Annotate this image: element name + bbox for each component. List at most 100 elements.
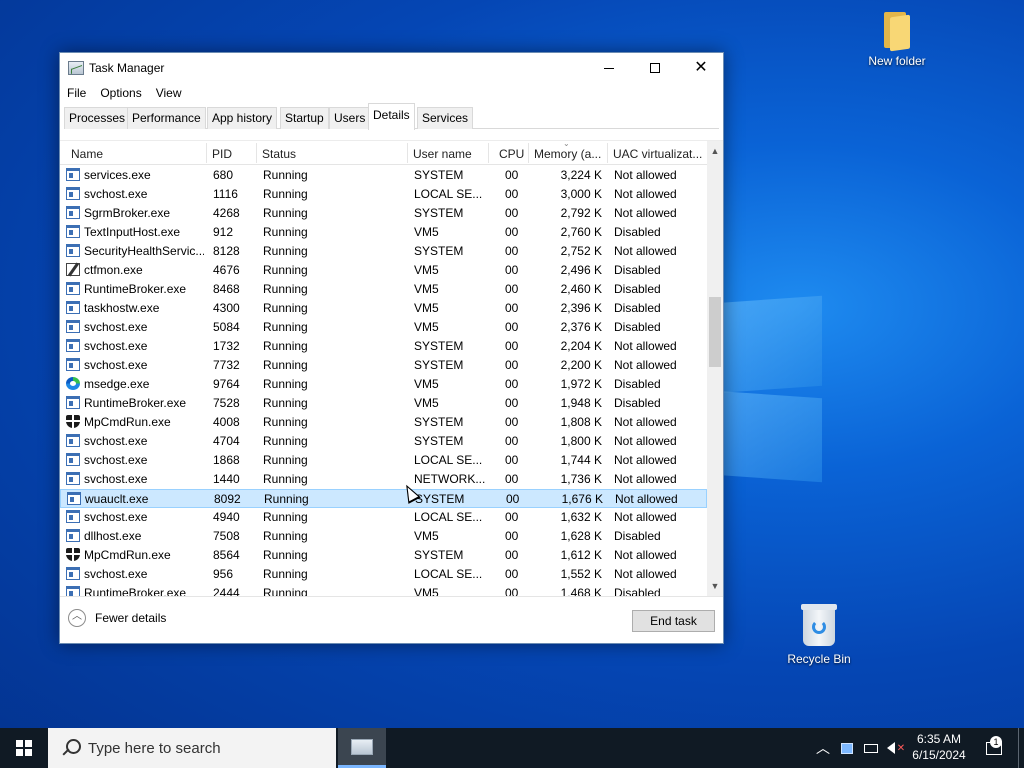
column-header-user-name[interactable]: User name	[413, 147, 485, 161]
menu-view[interactable]: View	[156, 83, 182, 103]
table-row[interactable]: svchost.exe 5084 Running VM5 00 2,376 K Disabl…	[60, 318, 707, 337]
cell-cpu: 00	[505, 453, 519, 467]
search-box[interactable]: Type here to search	[48, 728, 336, 768]
cell-uac: Disabled	[614, 396, 661, 410]
cell-cpu: 00	[505, 510, 519, 524]
start-button[interactable]	[0, 728, 48, 768]
cell-cpu: 00	[505, 529, 519, 543]
cell-uac: Disabled	[614, 263, 661, 277]
clock[interactable]: 6:35 AM 6/15/2024	[906, 731, 972, 763]
scrollbar-thumb[interactable]	[709, 297, 721, 367]
table-row[interactable]: RuntimeBroker.exe 8468 Running VM5 00 2,460 K…	[60, 280, 707, 299]
table-row[interactable]: svchost.exe 1116 Running LOCAL SE... 00 3,000…	[60, 185, 707, 204]
scroll-up-icon[interactable]: ▲	[707, 143, 723, 159]
table-row[interactable]: taskhostw.exe 4300 Running VM5 00 2,396 K Disa…	[60, 299, 707, 318]
cell-pid: 8564	[213, 548, 240, 562]
cell-uac: Not allowed	[614, 434, 677, 448]
maximize-button[interactable]	[632, 53, 678, 83]
table-row[interactable]: svchost.exe 956 Running LOCAL SE... 00 1,552 …	[60, 565, 707, 584]
cell-cpu: 00	[505, 244, 519, 258]
scroll-down-icon[interactable]: ▼	[707, 578, 723, 594]
table-row[interactable]: services.exe 680 Running SYSTEM 00 3,224 K Not…	[60, 166, 707, 185]
title-bar[interactable]: Task Manager ✕	[60, 53, 723, 83]
column-header-cpu[interactable]: CPU	[499, 147, 529, 161]
cell-name: ctfmon.exe	[84, 263, 143, 277]
action-center-button[interactable]: 1	[980, 728, 1008, 768]
cell-status: Running	[263, 225, 308, 239]
table-row[interactable]: svchost.exe 1440 Running NETWORK... 00 1,736 …	[60, 470, 707, 489]
tab-app-history[interactable]: App history	[207, 107, 278, 129]
cell-cpu: 00	[505, 206, 519, 220]
process-pen-icon	[66, 263, 80, 276]
end-task-button[interactable]: End task	[632, 610, 715, 632]
table-row[interactable]: svchost.exe 1732 Running SYSTEM 00 2,204 K Not…	[60, 337, 707, 356]
cell-memory: 1,676 K	[561, 492, 603, 506]
table-row[interactable]: msedge.exe 9764 Running VM5 00 1,972 K Disable…	[60, 375, 707, 394]
table-row[interactable]: RuntimeBroker.exe 7528 Running VM5 00 1,948 K…	[60, 394, 707, 413]
column-header-name[interactable]: Name	[71, 147, 201, 161]
table-row[interactable]: MpCmdRun.exe 8564 Running SYSTEM 00 1,612 K No…	[60, 546, 707, 565]
show-hidden-icons-button[interactable]: ︿	[812, 728, 834, 768]
table-row[interactable]: TextInputHost.exe 912 Running VM5 00 2,760 K D…	[60, 223, 707, 242]
table-row[interactable]: RuntimeBroker.exe 2444 Running VM5 00 1,468 K…	[60, 584, 707, 596]
table-row[interactable]: MpCmdRun.exe 4008 Running SYSTEM 00 1,808 K No…	[60, 413, 707, 432]
windows-icon	[16, 740, 32, 756]
table-row[interactable]: SgrmBroker.exe 4268 Running SYSTEM 00 2,792 K…	[60, 204, 707, 223]
cell-memory: 2,396 K	[560, 301, 602, 315]
menu-bar: File Options View	[60, 83, 723, 103]
table-row[interactable]: svchost.exe 7732 Running SYSTEM 00 2,200 K Not…	[60, 356, 707, 375]
cell-name: MpCmdRun.exe	[84, 415, 171, 429]
table-row[interactable]: wuauclt.exe 8092 Running SYSTEM 00 1,676 K Not…	[60, 489, 707, 508]
table-row[interactable]: SecurityHealthServic... 8128 Running SYSTEM…	[60, 242, 707, 261]
desktop-icon-label: New folder	[868, 54, 926, 68]
desktop-icon-label: Recycle Bin	[787, 652, 851, 666]
menu-file[interactable]: File	[67, 83, 86, 103]
cell-user: VM5	[414, 301, 439, 315]
desktop-icon-new-folder[interactable]: New folder	[852, 10, 942, 68]
cell-status: Running	[263, 377, 308, 391]
tab-processes[interactable]: Processes	[64, 107, 131, 129]
table-row[interactable]: svchost.exe 4704 Running SYSTEM 00 1,800 K Not…	[60, 432, 707, 451]
cell-name: RuntimeBroker.exe	[84, 282, 187, 296]
close-button[interactable]: ✕	[678, 53, 724, 83]
process-list: services.exe 680 Running SYSTEM 00 3,224 K Not…	[60, 166, 707, 596]
table-row[interactable]: ctfmon.exe 4676 Running VM5 00 2,496 K Disable…	[60, 261, 707, 280]
column-header-status[interactable]: Status	[262, 147, 402, 161]
desktop-icon-recycle-bin[interactable]: Recycle Bin	[774, 602, 864, 666]
cell-uac: Not allowed	[614, 358, 677, 372]
cell-status: Running	[263, 567, 308, 581]
cell-memory: 1,468 K	[560, 586, 602, 596]
fewer-details-button[interactable]: ︿ Fewer details	[68, 609, 166, 627]
table-row[interactable]: svchost.exe 4940 Running LOCAL SE... 00 1,632…	[60, 508, 707, 527]
cell-name: svchost.exe	[84, 472, 148, 486]
minimize-button[interactable]	[586, 53, 632, 83]
column-header-pid[interactable]: PID	[212, 147, 252, 161]
cell-pid: 5084	[213, 320, 240, 334]
tab-details[interactable]: Details	[368, 103, 415, 130]
cell-pid: 956	[213, 567, 234, 581]
window-title: Task Manager	[89, 61, 165, 75]
volume-muted-icon[interactable]: ✕	[884, 728, 908, 768]
menu-options[interactable]: Options	[100, 83, 141, 103]
cell-pid: 2444	[213, 586, 240, 596]
table-row[interactable]: dllhost.exe 7508 Running VM5 00 1,628 K Disabl…	[60, 527, 707, 546]
cell-cpu: 00	[505, 472, 519, 486]
cell-uac: Not allowed	[614, 206, 677, 220]
vertical-scrollbar[interactable]: ▲ ▼	[707, 141, 723, 596]
tray-app-icon[interactable]	[836, 728, 858, 768]
column-header-uac-virtualization[interactable]: UAC virtualizat...	[613, 147, 705, 161]
cell-cpu: 00	[505, 434, 519, 448]
process-exe-icon	[66, 339, 80, 352]
cell-memory: 1,808 K	[560, 415, 602, 429]
taskbar-app-task-manager[interactable]	[338, 728, 386, 768]
column-header-memory[interactable]: Memory (a...	[534, 147, 604, 161]
network-icon[interactable]	[860, 728, 882, 768]
tab-services[interactable]: Services	[417, 107, 474, 129]
task-manager-window: Task Manager ✕ File Options View Process…	[59, 52, 724, 644]
cell-user: LOCAL SE...	[414, 453, 483, 467]
tab-startup[interactable]: Startup	[280, 107, 329, 129]
tab-performance[interactable]: Performance	[127, 107, 206, 129]
table-row[interactable]: svchost.exe 1868 Running LOCAL SE... 00 1,744…	[60, 451, 707, 470]
tab-users[interactable]: Users	[329, 107, 371, 129]
show-desktop-button[interactable]	[1018, 728, 1024, 768]
